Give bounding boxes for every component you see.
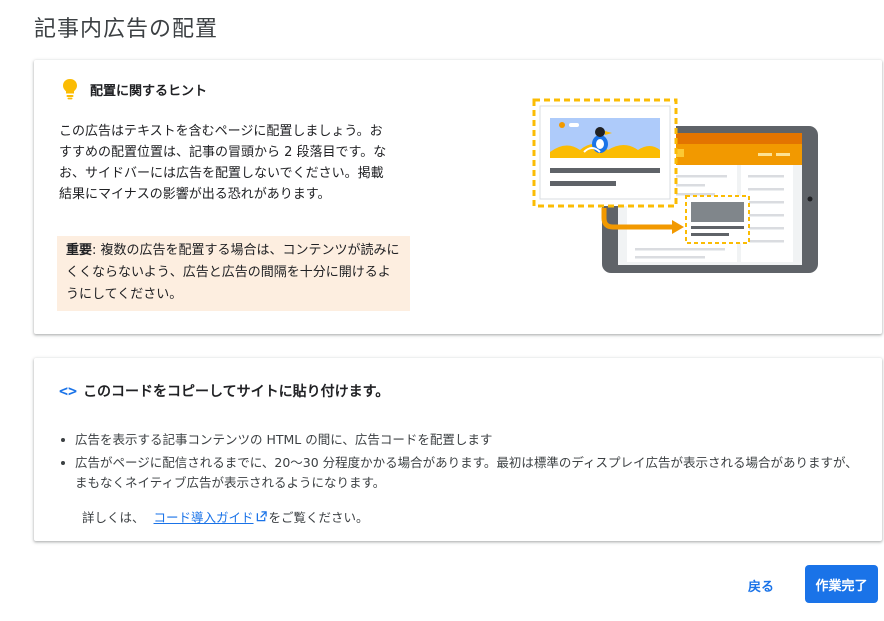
lightbulb-icon — [60, 78, 80, 100]
code-guide-link[interactable]: コード導入ガイド — [154, 507, 254, 526]
note-label: 重要 — [66, 243, 93, 258]
code-icon: <> — [59, 382, 78, 400]
page-title: 記事内広告の配置 — [34, 17, 219, 42]
note-text: : 複数の広告を配置する場合は、コンテンツが読みにくくならないよう、広告と広告の… — [66, 243, 400, 302]
back-button[interactable]: 戻る — [738, 572, 784, 598]
tips-header: 配置に関するヒント — [60, 78, 207, 100]
code-header: <> このコードをコピーしてサイトに貼り付けます。 — [59, 381, 389, 401]
placement-tips-card: 配置に関するヒント この広告はテキストを含むページに配置しましょう。おすすめの配… — [34, 60, 882, 334]
instruction-list: 広告を表示する記事コンテンツの HTML の間に、広告コードを配置します 広告が… — [60, 430, 860, 496]
detail-suffix: をご覧ください。 — [268, 510, 369, 525]
list-item: 広告がページに配信されるまでに、20〜30 分程度かかる場合があります。最初は標… — [60, 453, 860, 493]
detail-text: 詳しくは、 コード導入ガイド をご覧ください。 — [82, 507, 369, 526]
code-instructions-card: <> このコードをコピーしてサイトに貼り付けます。 広告を表示する記事コンテンツ… — [34, 358, 882, 541]
code-title: このコードをコピーしてサイトに貼り付けます。 — [83, 384, 390, 400]
tips-title: 配置に関するヒント — [90, 83, 208, 99]
detail-prefix: 詳しくは、 — [82, 510, 145, 525]
important-note: 重要: 複数の広告を配置する場合は、コンテンツが読みにくくならないよう、広告と広… — [57, 236, 410, 311]
tips-body: この広告はテキストを含むページに配置しましょう。おすすめの配置位置は、記事の冒頭… — [59, 124, 387, 202]
done-button[interactable]: 作業完了 — [805, 565, 878, 603]
list-item: 広告を表示する記事コンテンツの HTML の間に、広告コードを配置します — [60, 430, 860, 450]
placement-illustration — [532, 98, 818, 273]
external-link-icon — [256, 511, 267, 522]
